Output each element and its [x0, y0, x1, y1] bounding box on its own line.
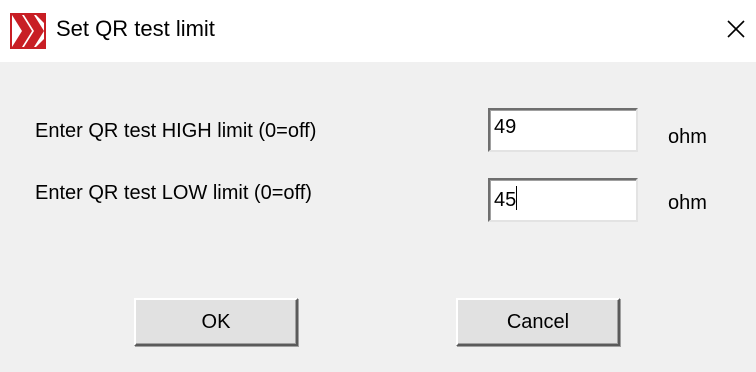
high-limit-unit: ohm [668, 126, 707, 148]
close-button[interactable] [716, 10, 756, 52]
low-limit-unit: ohm [668, 192, 707, 214]
low-limit-input[interactable]: 45 [488, 178, 638, 222]
cancel-button[interactable]: Cancel [456, 298, 620, 346]
high-limit-value: 49 [494, 116, 517, 138]
high-limit-label: Enter QR test HIGH limit (0=off) [35, 120, 317, 142]
low-limit-label: Enter QR test LOW limit (0=off) [35, 182, 312, 204]
k-logo-icon [10, 13, 46, 49]
ok-button-label: OK [201, 310, 231, 333]
title-bar[interactable]: Set QR test limit [0, 0, 756, 62]
window-title: Set QR test limit [56, 16, 215, 41]
close-icon [726, 19, 746, 44]
high-limit-input[interactable]: 49 [488, 108, 638, 152]
dialog-window: Set QR test limit Enter QR test HIGH lim… [0, 0, 756, 372]
cancel-button-label: Cancel [506, 310, 570, 333]
ok-button[interactable]: OK [134, 298, 298, 346]
text-caret [516, 186, 518, 210]
low-limit-value: 45 [494, 189, 517, 211]
